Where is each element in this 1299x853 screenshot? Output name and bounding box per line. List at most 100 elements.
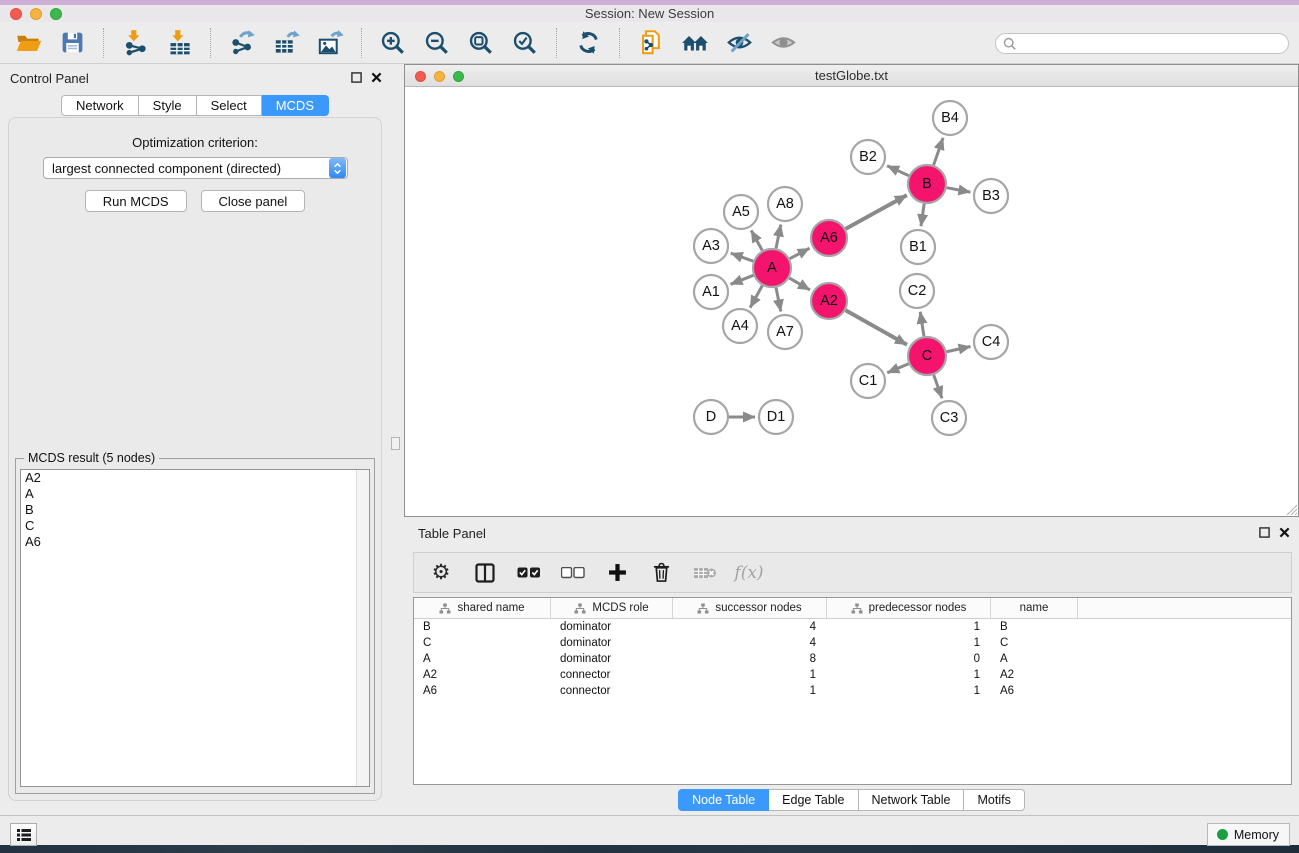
- graph-edge-A-A1[interactable]: [731, 275, 754, 284]
- network-canvas[interactable]: B4 B2 B B3 A8 A5 A6 B1 A3 A C2 A1 A2 A4 A7 C4 C C1 C3 D D1: [405, 87, 1298, 516]
- import-table-button[interactable]: [157, 25, 201, 61]
- graph-node-A5[interactable]: A5: [724, 195, 758, 229]
- graph-node-C2[interactable]: C2: [900, 274, 934, 308]
- select-all-button[interactable]: [514, 557, 544, 589]
- search-input[interactable]: [1021, 35, 1288, 52]
- network-graph[interactable]: B4 B2 B B3 A8 A5 A6 B1 A3 A C2 A1 A2 A4 A7 C4 C C1 C3 D D1: [405, 87, 1298, 516]
- graph-edge-A-A3[interactable]: [731, 253, 753, 261]
- graph-node-A4[interactable]: A4: [723, 309, 757, 343]
- table-tab-network-table[interactable]: Network Table: [859, 789, 965, 811]
- zoom-in-button[interactable]: [371, 25, 415, 61]
- column-header-name[interactable]: name: [991, 598, 1078, 618]
- function-button[interactable]: f(x): [734, 557, 764, 589]
- graph-node-B3[interactable]: B3: [974, 179, 1008, 213]
- zoom-out-button[interactable]: [415, 25, 459, 61]
- graph-edge-A-A8[interactable]: [776, 225, 781, 249]
- graph-node-C3[interactable]: C3: [932, 401, 966, 435]
- graph-node-B4[interactable]: B4: [933, 101, 967, 135]
- graph-edge-B-B2[interactable]: [887, 166, 909, 176]
- graph-node-B2[interactable]: B2: [851, 140, 885, 174]
- column-header-predecessor-nodes[interactable]: predecessor nodes: [827, 598, 991, 618]
- graph-node-A2[interactable]: A2: [811, 283, 847, 319]
- tab-select[interactable]: Select: [197, 95, 262, 116]
- export-table-button[interactable]: [264, 25, 308, 61]
- graph-edge-A-A7[interactable]: [776, 288, 781, 312]
- minimize-window-button[interactable]: [30, 8, 42, 20]
- graph-node-A1[interactable]: A1: [694, 275, 728, 309]
- table-row[interactable]: Cdominator41C: [414, 635, 1291, 651]
- graph-node-A6[interactable]: A6: [811, 220, 847, 256]
- float-panel-icon[interactable]: [351, 72, 362, 83]
- graph-edge-B-B4[interactable]: [934, 138, 944, 165]
- add-column-button[interactable]: [602, 557, 632, 589]
- table-row[interactable]: Bdominator41B: [414, 619, 1291, 635]
- close-panel-icon[interactable]: [1279, 527, 1290, 538]
- table-row[interactable]: A6connector11A6: [414, 683, 1291, 699]
- resize-grip-icon[interactable]: [1284, 502, 1297, 515]
- graph-edge-B-B3[interactable]: [947, 188, 971, 192]
- zoom-window-button[interactable]: [50, 8, 62, 20]
- float-panel-icon[interactable]: [1259, 527, 1270, 538]
- table-row[interactable]: A2connector11A2: [414, 667, 1291, 683]
- graph-node-B[interactable]: B: [908, 165, 946, 203]
- graph-node-C4[interactable]: C4: [974, 325, 1008, 359]
- graph-node-D1[interactable]: D1: [759, 400, 793, 434]
- mcds-result-list[interactable]: A2ABCA6: [20, 469, 370, 787]
- tab-mcds[interactable]: MCDS: [262, 95, 329, 116]
- table-row[interactable]: Adominator80A: [414, 651, 1291, 667]
- graph-node-A3[interactable]: A3: [694, 229, 728, 263]
- close-panel-button[interactable]: Close panel: [201, 190, 306, 212]
- table-tab-node-table[interactable]: Node Table: [678, 789, 769, 811]
- close-window-button[interactable]: [10, 8, 22, 20]
- graph-node-D[interactable]: D: [694, 400, 728, 434]
- graph-edge-C-C1[interactable]: [887, 364, 908, 373]
- import-network-button[interactable]: [113, 25, 157, 61]
- graph-edge-A-A2[interactable]: [789, 278, 810, 290]
- memory-button[interactable]: Memory: [1207, 823, 1290, 846]
- gear-button[interactable]: ⚙: [426, 557, 456, 589]
- graph-node-C1[interactable]: C1: [851, 364, 885, 398]
- tab-network[interactable]: Network: [61, 95, 139, 116]
- graph-node-A[interactable]: A: [753, 249, 791, 287]
- result-list-item[interactable]: C: [21, 518, 369, 534]
- graph-node-A8[interactable]: A8: [768, 187, 802, 221]
- deselect-all-button[interactable]: [558, 557, 588, 589]
- graph-edge-A-A4[interactable]: [750, 286, 762, 308]
- delete-button[interactable]: [646, 557, 676, 589]
- network-window-titlebar[interactable]: testGlobe.txt: [405, 65, 1298, 87]
- table-tab-edge-table[interactable]: Edge Table: [769, 789, 858, 811]
- splitter-handle-left[interactable]: [391, 437, 400, 450]
- graph-edge-A6-B[interactable]: [846, 195, 907, 229]
- duplicate-network-button[interactable]: [629, 25, 673, 61]
- home-button[interactable]: [673, 25, 717, 61]
- column-header-shared-name[interactable]: shared name: [414, 598, 551, 618]
- columns-button[interactable]: [470, 557, 500, 589]
- hide-eye-button[interactable]: [717, 25, 761, 61]
- result-list-item[interactable]: A: [21, 486, 369, 502]
- graph-edge-C-C4[interactable]: [947, 346, 971, 351]
- table-tab-motifs[interactable]: Motifs: [964, 789, 1024, 811]
- optimization-criterion-select[interactable]: largest connected component (directed): [43, 157, 348, 179]
- run-mcds-button[interactable]: Run MCDS: [85, 190, 187, 212]
- node-table[interactable]: shared nameMCDS rolesuccessor nodesprede…: [413, 597, 1292, 785]
- tab-style[interactable]: Style: [139, 95, 197, 116]
- zoom-fit-button[interactable]: [459, 25, 503, 61]
- zoom-network-button[interactable]: [453, 71, 464, 82]
- graph-edge-A2-C[interactable]: [846, 310, 907, 344]
- graph-node-C[interactable]: C: [908, 337, 946, 375]
- graph-edge-A-A6[interactable]: [790, 248, 810, 258]
- result-list-item[interactable]: A6: [21, 534, 369, 550]
- task-history-button[interactable]: [10, 823, 37, 846]
- graph-edge-A-A5[interactable]: [751, 230, 762, 250]
- search-box[interactable]: [995, 33, 1289, 54]
- column-header-MCDS-role[interactable]: MCDS role: [551, 598, 673, 618]
- result-list-item[interactable]: A2: [21, 470, 369, 486]
- export-image-button[interactable]: [308, 25, 352, 61]
- close-network-button[interactable]: [415, 71, 426, 82]
- delete-table-button[interactable]: [690, 557, 720, 589]
- graph-node-A7[interactable]: A7: [768, 315, 802, 349]
- zoom-selected-button[interactable]: [503, 25, 547, 61]
- graph-edge-C-C3[interactable]: [934, 375, 942, 398]
- close-panel-icon[interactable]: [371, 72, 382, 83]
- graph-node-B1[interactable]: B1: [901, 230, 935, 264]
